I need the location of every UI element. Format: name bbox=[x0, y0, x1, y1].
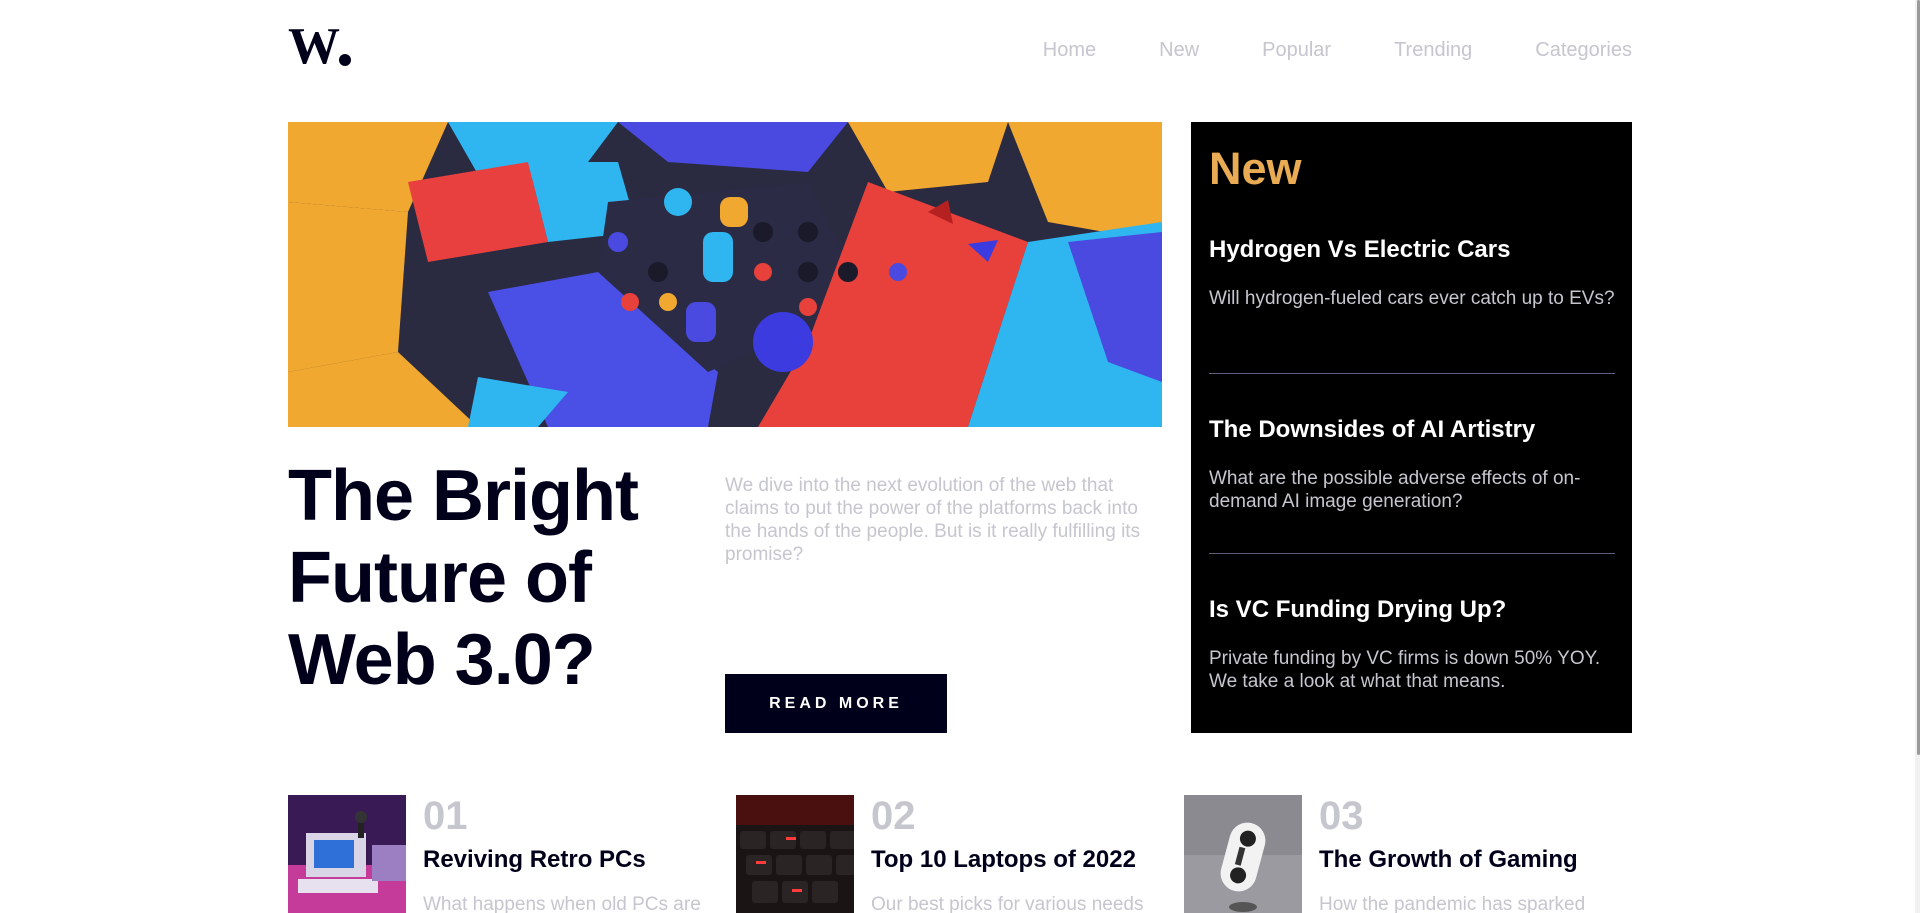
nav-popular[interactable]: Popular bbox=[1262, 38, 1331, 62]
new-item: Is VC Funding Drying Up? Private funding… bbox=[1209, 595, 1615, 693]
laptop-keyboard-image[interactable] bbox=[736, 795, 854, 913]
article-card: 01 Reviving Retro PCs What happens when … bbox=[288, 795, 708, 913]
hero-title: The Bright Future of Web 3.0? bbox=[288, 456, 639, 700]
new-item: Hydrogen Vs Electric Cars Will hydrogen-… bbox=[1209, 235, 1615, 310]
nav-home[interactable]: Home bbox=[1043, 38, 1096, 62]
new-item-title[interactable]: The Downsides of AI Artistry bbox=[1209, 415, 1615, 445]
article-card: 02 Top 10 Laptops of 2022 Our best picks… bbox=[736, 795, 1156, 913]
article-number: 02 bbox=[871, 795, 916, 838]
new-item-text: Private funding by VC firms is down 50% … bbox=[1209, 648, 1601, 692]
new-item: The Downsides of AI Artistry What are th… bbox=[1209, 415, 1615, 513]
retro-pc-image[interactable] bbox=[288, 795, 406, 913]
article-card: 03 The Growth of Gaming How the pandemic… bbox=[1184, 795, 1604, 913]
divider bbox=[1209, 553, 1615, 554]
divider bbox=[1209, 373, 1615, 374]
new-item-title[interactable]: Hydrogen Vs Electric Cars bbox=[1209, 235, 1615, 265]
logo-mark: W bbox=[288, 25, 351, 69]
game-controller-image[interactable] bbox=[1184, 795, 1302, 913]
svg-text:W: W bbox=[288, 25, 340, 69]
new-panel: New Hydrogen Vs Electric Cars Will hydro… bbox=[1191, 122, 1632, 733]
new-item-text: What are the possible adverse effects of… bbox=[1209, 468, 1581, 512]
hero-image bbox=[288, 122, 1162, 427]
article-text: Our best picks for various needs bbox=[871, 894, 1144, 913]
nav-new[interactable]: New bbox=[1159, 38, 1199, 62]
site-logo[interactable]: W bbox=[288, 25, 352, 69]
article-text: What happens when old PCs are bbox=[423, 894, 701, 913]
scrollbar[interactable] bbox=[1915, 0, 1920, 913]
new-item-text: Will hydrogen-fueled cars ever catch up … bbox=[1209, 288, 1615, 309]
article-text: How the pandemic has sparked bbox=[1319, 894, 1586, 913]
new-item-title[interactable]: Is VC Funding Drying Up? bbox=[1209, 595, 1615, 625]
article-title[interactable]: The Growth of Gaming bbox=[1319, 845, 1578, 875]
article-title[interactable]: Reviving Retro PCs bbox=[423, 845, 646, 875]
article-number: 03 bbox=[1319, 795, 1364, 838]
nav-trending[interactable]: Trending bbox=[1394, 38, 1472, 62]
article-number: 01 bbox=[423, 795, 468, 838]
nav-categories[interactable]: Categories bbox=[1535, 38, 1632, 62]
main-nav: Home New Popular Trending Categories bbox=[1043, 38, 1632, 62]
new-panel-title: New bbox=[1209, 143, 1302, 194]
read-more-button[interactable]: READ MORE bbox=[725, 674, 947, 733]
hero-lede: We dive into the next evolution of the w… bbox=[725, 475, 1141, 565]
article-title[interactable]: Top 10 Laptops of 2022 bbox=[871, 845, 1136, 875]
page-container: W Home New Popular Trending Categories T… bbox=[288, 0, 1632, 913]
